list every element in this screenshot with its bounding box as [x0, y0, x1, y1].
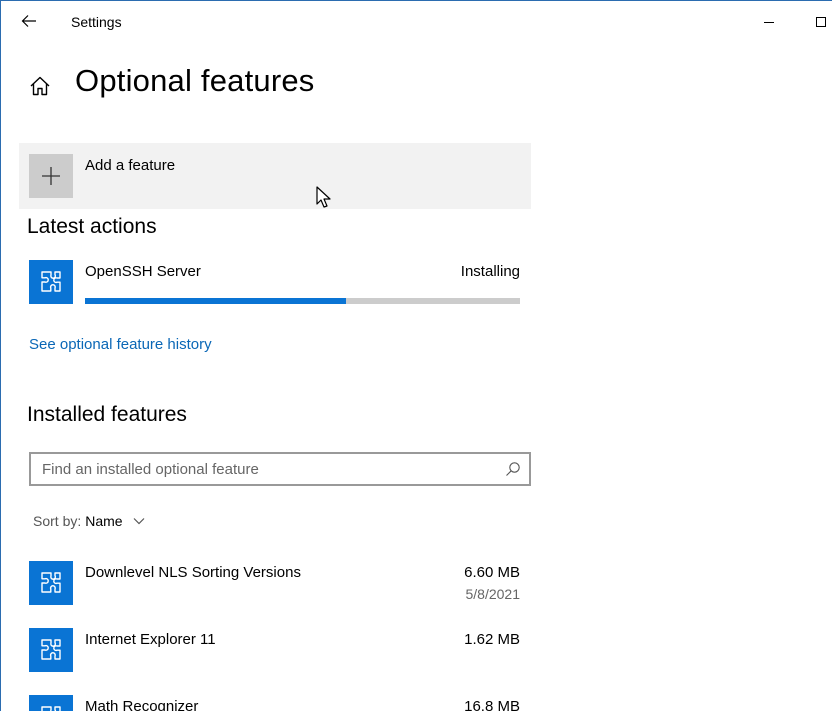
add-feature-button[interactable]: Add a feature [19, 143, 531, 209]
puzzle-icon [41, 572, 61, 593]
puzzle-icon [41, 706, 61, 711]
install-progress-bar [85, 298, 520, 304]
feature-name: OpenSSH Server [85, 263, 201, 280]
plus-icon [42, 167, 60, 185]
page-title: Optional features [75, 63, 315, 98]
feature-date: 5/8/2021 [465, 586, 521, 602]
search-box [29, 452, 531, 486]
feature-size: 1.62 MB [464, 631, 520, 648]
feature-tile [29, 561, 73, 605]
app-title: Settings [71, 14, 122, 30]
maximize-icon [816, 17, 826, 27]
back-button[interactable] [13, 7, 45, 35]
installed-features-heading: Installed features [27, 403, 187, 426]
minimize-button[interactable] [749, 7, 789, 37]
plus-tile [29, 154, 73, 198]
puzzle-icon [41, 639, 61, 660]
home-icon [30, 76, 50, 96]
title-bar: Settings [1, 1, 832, 41]
sort-label: Sort by: [33, 513, 82, 529]
feature-size: 6.60 MB [464, 564, 520, 581]
search-icon[interactable] [505, 461, 521, 477]
back-arrow-icon [21, 15, 36, 27]
home-button[interactable] [27, 73, 53, 99]
settings-window: Settings Optional features Add a feature [0, 0, 832, 711]
feature-tile [29, 695, 73, 711]
maximize-button[interactable] [801, 7, 832, 37]
feature-name: Math Recognizer [85, 698, 199, 711]
install-progress-fill [85, 298, 346, 304]
sort-value: Name [85, 513, 123, 529]
feature-size: 16.8 MB [464, 698, 520, 711]
sort-by-dropdown[interactable]: Sort by: Name [33, 513, 145, 529]
mouse-cursor-icon [316, 186, 331, 208]
install-status: Installing [460, 263, 520, 280]
minimize-icon [764, 22, 774, 23]
feature-tile [29, 260, 73, 304]
feature-history-link[interactable]: See optional feature history [29, 336, 212, 353]
search-input[interactable] [31, 454, 491, 484]
feature-name: Internet Explorer 11 [85, 631, 216, 648]
feature-name: Downlevel NLS Sorting Versions [85, 564, 301, 581]
chevron-down-icon [133, 518, 145, 525]
latest-actions-heading: Latest actions [27, 215, 157, 238]
feature-tile [29, 628, 73, 672]
puzzle-icon [41, 271, 61, 292]
add-feature-label: Add a feature [85, 157, 176, 174]
